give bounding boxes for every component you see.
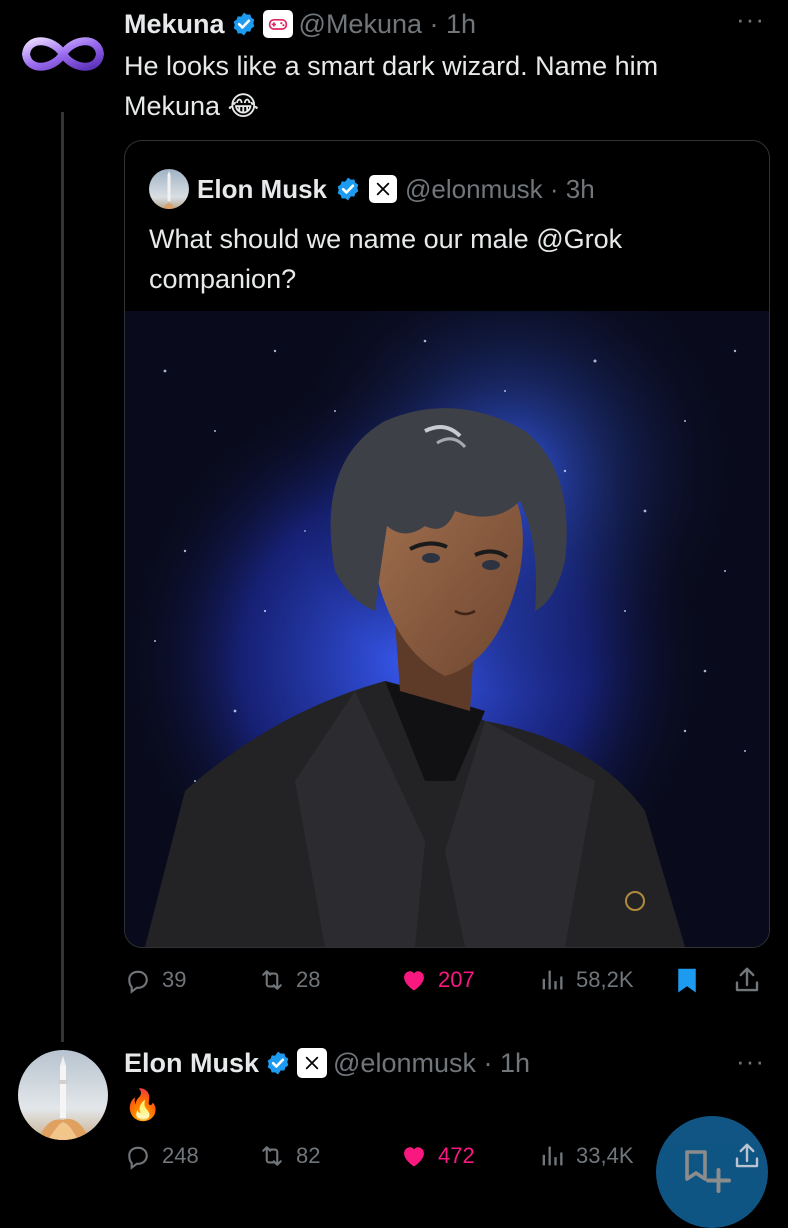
avatar[interactable] bbox=[20, 28, 106, 80]
like-count: 472 bbox=[438, 1143, 475, 1168]
quote-author-name[interactable]: Elon Musk bbox=[197, 174, 327, 205]
thread-connector bbox=[61, 112, 64, 1042]
heart-filled-icon bbox=[404, 1147, 424, 1167]
share-icon bbox=[735, 967, 759, 992]
share-icon bbox=[735, 1143, 759, 1168]
post-actions: 39 28 207 58,2K bbox=[124, 964, 768, 1000]
post-header: Elon Musk @elonmusk · 1h bbox=[124, 1045, 530, 1081]
repost-button[interactable]: 28 bbox=[258, 966, 320, 994]
views-count: 33,4K bbox=[576, 1143, 634, 1168]
verified-badge-icon bbox=[337, 177, 359, 201]
views-icon bbox=[542, 1146, 563, 1166]
views-button[interactable]: 33,4K bbox=[538, 1142, 634, 1170]
rocket-launch-icon bbox=[38, 1056, 90, 1140]
handle-and-time[interactable]: @elonmusk · 1h bbox=[333, 1048, 530, 1079]
quote-text-line: What should we name our male @Grok bbox=[149, 224, 623, 254]
repost-button[interactable]: 82 bbox=[258, 1142, 320, 1170]
quote-avatar[interactable] bbox=[149, 169, 189, 209]
reply-count: 248 bbox=[162, 1143, 199, 1168]
post-header: Mekuna @Mekuna · 1h bbox=[124, 6, 476, 42]
share-button[interactable] bbox=[732, 964, 762, 1001]
post-text-line: He looks like a smart dark wizard. Name … bbox=[124, 51, 659, 81]
quote-handle-and-time[interactable]: @elonmusk · 3h bbox=[405, 174, 595, 205]
repost-icon bbox=[262, 1146, 282, 1166]
repost-icon bbox=[262, 970, 282, 990]
gaming-badge-icon bbox=[262, 10, 293, 38]
share-button[interactable] bbox=[732, 1140, 762, 1177]
heart-filled-icon bbox=[404, 971, 424, 991]
quote-media-image[interactable] bbox=[125, 311, 769, 947]
views-button[interactable]: 58,2K bbox=[538, 966, 634, 994]
reply-icon bbox=[128, 970, 148, 994]
post-text: He looks like a smart dark wizard. Name … bbox=[124, 46, 764, 126]
verified-badge-icon bbox=[233, 12, 254, 36]
reply-button[interactable]: 248 bbox=[124, 1142, 199, 1170]
author-name[interactable]: Elon Musk bbox=[124, 1048, 259, 1079]
post-actions: 248 82 472 33,4K bbox=[124, 1140, 664, 1176]
author-name[interactable]: Mekuna bbox=[124, 9, 225, 40]
reply-button[interactable]: 39 bbox=[124, 966, 186, 994]
more-options-icon[interactable]: ··· bbox=[736, 4, 765, 35]
infinity-logo-icon bbox=[22, 37, 104, 71]
reply-icon bbox=[128, 1146, 148, 1170]
like-button[interactable]: 472 bbox=[400, 1142, 475, 1170]
post-text: 🔥 bbox=[124, 1089, 162, 1122]
repost-count: 82 bbox=[296, 1143, 321, 1168]
verified-badge-icon bbox=[267, 1051, 289, 1075]
x-affiliate-badge-icon bbox=[297, 1048, 328, 1078]
rocket-icon bbox=[163, 171, 175, 209]
reply-count: 39 bbox=[162, 967, 187, 992]
like-button[interactable]: 207 bbox=[400, 966, 475, 994]
quoted-post[interactable]: Elon Musk @elonmusk · 3h What should we … bbox=[124, 140, 770, 948]
quote-text-line: companion? bbox=[149, 264, 297, 294]
avatar[interactable] bbox=[18, 1050, 108, 1140]
quote-text: What should we name our male @Grok compa… bbox=[149, 219, 749, 299]
bookmark-filled-icon bbox=[678, 968, 696, 993]
handle-and-time[interactable]: @Mekuna · 1h bbox=[299, 9, 477, 40]
bookmark-button[interactable] bbox=[672, 964, 702, 1001]
more-options-icon[interactable]: ··· bbox=[736, 1046, 765, 1077]
compose-plus-icon bbox=[685, 1150, 731, 1193]
repost-count: 28 bbox=[296, 967, 321, 992]
views-icon bbox=[542, 970, 563, 990]
like-count: 207 bbox=[438, 967, 475, 992]
post-text-line: Mekuna 😂 bbox=[124, 91, 260, 121]
quote-header: Elon Musk @elonmusk · 3h bbox=[149, 169, 595, 209]
views-count: 58,2K bbox=[576, 967, 634, 992]
anime-character-illustration bbox=[125, 311, 769, 947]
x-affiliate-badge-icon bbox=[369, 175, 398, 203]
